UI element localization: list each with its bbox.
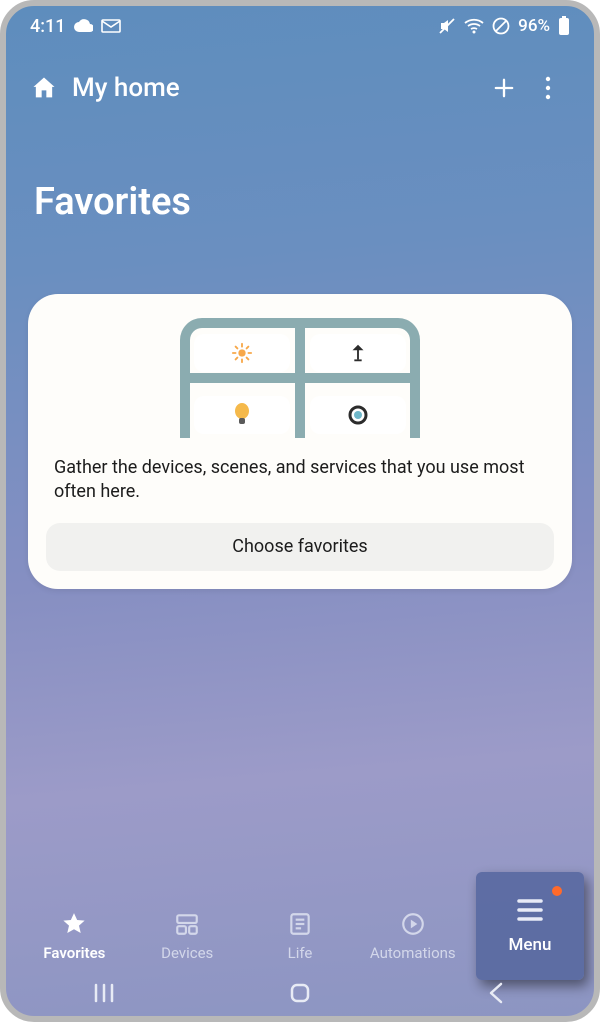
battery-icon bbox=[558, 16, 570, 36]
home-icon[interactable] bbox=[30, 74, 58, 102]
tab-label: Life bbox=[288, 944, 313, 962]
tab-label: Automations bbox=[370, 944, 456, 962]
tab-label: Favorites bbox=[43, 944, 105, 962]
top-bar: My home bbox=[6, 46, 594, 110]
lamp-icon bbox=[347, 342, 369, 364]
card-illustration bbox=[46, 318, 554, 438]
tab-life[interactable]: Life bbox=[244, 910, 357, 962]
status-time: 4:11 bbox=[30, 16, 65, 37]
gmail-icon bbox=[101, 19, 121, 33]
circle-icon bbox=[347, 404, 369, 426]
android-nav-bar bbox=[6, 970, 594, 1016]
menu-icon bbox=[513, 897, 547, 923]
home-button[interactable] bbox=[240, 981, 360, 1005]
more-options-button[interactable] bbox=[526, 66, 570, 110]
wifi-icon bbox=[464, 18, 484, 34]
recents-button[interactable] bbox=[44, 983, 164, 1003]
tab-automations[interactable]: Automations bbox=[356, 910, 469, 962]
tab-devices[interactable]: Devices bbox=[131, 910, 244, 962]
star-icon bbox=[61, 910, 87, 938]
favorites-card: Gather the devices, scenes, and services… bbox=[28, 294, 572, 589]
status-bar: 4:11 96% bbox=[6, 6, 594, 46]
notification-dot-icon bbox=[552, 886, 562, 896]
tab-label: Menu bbox=[509, 935, 552, 955]
choose-favorites-button[interactable]: Choose favorites bbox=[46, 523, 554, 571]
sun-icon bbox=[231, 342, 253, 364]
card-body-text: Gather the devices, scenes, and services… bbox=[46, 438, 554, 523]
status-left: 4:11 bbox=[30, 16, 121, 37]
devices-icon bbox=[174, 910, 200, 938]
tab-label: Devices bbox=[161, 944, 213, 962]
back-button[interactable] bbox=[436, 982, 556, 1004]
do-not-disturb-icon bbox=[492, 17, 510, 35]
app-screen: 4:11 96% M bbox=[0, 0, 600, 1022]
tab-favorites[interactable]: Favorites bbox=[18, 910, 131, 962]
mute-icon bbox=[438, 17, 456, 35]
bulb-icon bbox=[232, 403, 252, 427]
choose-favorites-label: Choose favorites bbox=[232, 536, 367, 557]
tab-menu[interactable]: Menu bbox=[476, 872, 584, 980]
cloud-icon bbox=[73, 19, 93, 33]
add-button[interactable] bbox=[482, 66, 526, 110]
automations-icon bbox=[400, 910, 426, 938]
battery-percent: 96% bbox=[518, 16, 550, 36]
status-right: 96% bbox=[438, 16, 570, 36]
life-icon bbox=[287, 910, 313, 938]
home-selector[interactable]: My home bbox=[72, 73, 180, 103]
page-title: Favorites bbox=[6, 110, 594, 224]
